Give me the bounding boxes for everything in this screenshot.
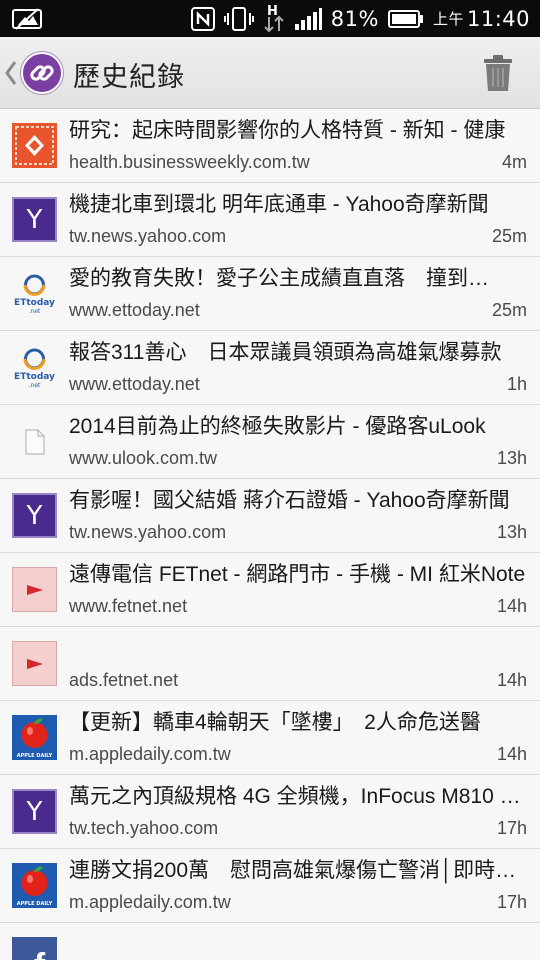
ettoday-logo-subtext: .net bbox=[29, 308, 41, 315]
history-item-title: 【更新】轎車4輪朝天「墜樓」 2人命危送醫 bbox=[69, 711, 481, 734]
history-item-title: 萬元之內頂級規格 4G 全頻機，InFocus M810 開箱 bbox=[69, 785, 527, 808]
history-item[interactable]: Y 機捷北車到環北 明年底通車 - Yahoo奇摩新聞 tw.news.yaho… bbox=[0, 183, 540, 257]
appledaily-logo-text: APPLE DAILY bbox=[17, 901, 53, 907]
ettoday-logo-subtext: .net bbox=[29, 382, 41, 389]
history-item-time: 17h bbox=[496, 818, 527, 838]
history-item-time: 13h bbox=[496, 522, 527, 542]
ettoday-favicon: ETtoday .net bbox=[12, 345, 57, 390]
yahoo-favicon: Y bbox=[12, 197, 57, 242]
history-item-url: m.appledaily.com.tw bbox=[69, 744, 231, 764]
action-bar: 歷史紀錄 bbox=[0, 37, 540, 109]
history-item-title: 2014目前為止的終極失敗影片 - 優路客uLook bbox=[69, 415, 486, 438]
back-chevron-icon[interactable] bbox=[4, 60, 18, 86]
history-item[interactable]: Y 萬元之內頂級規格 4G 全頻機，InFocus M810 開箱 tw.tec… bbox=[0, 775, 540, 849]
facebook-logo-letter: f bbox=[34, 947, 45, 960]
data-transfer-icon: H bbox=[264, 4, 284, 32]
history-item-title: 有影喔！國父結婚 蔣介石證婚 - Yahoo奇摩新聞 bbox=[69, 489, 510, 512]
history-item-url: ads.fetnet.net bbox=[69, 670, 179, 690]
history-item-time: 17h bbox=[496, 892, 527, 912]
trash-icon[interactable] bbox=[482, 54, 514, 92]
status-bar: H 81% 上午 11:40 bbox=[0, 0, 540, 37]
history-item[interactable]: 遠傳電信 FETnet - 網路門市 - 手機 - MI 紅米Note www.… bbox=[0, 553, 540, 627]
history-item[interactable]: ads.fetnet.net 14h bbox=[0, 627, 540, 701]
history-item[interactable]: Y 有影喔！國父結婚 蔣介石證婚 - Yahoo奇摩新聞 tw.news.yah… bbox=[0, 479, 540, 553]
appledaily-favicon: APPLE DAILY bbox=[12, 715, 57, 760]
history-item[interactable]: ETtoday .net 報答311善心 日本眾議員領頭為高雄氣爆募款 www.… bbox=[0, 331, 540, 405]
history-item[interactable]: f bbox=[0, 923, 540, 960]
clock-time: 11:40 bbox=[466, 6, 530, 31]
image-icon bbox=[12, 7, 42, 30]
yahoo-favicon: Y bbox=[12, 493, 57, 538]
history-item-url: tw.news.yahoo.com bbox=[69, 226, 227, 246]
signal-icon bbox=[294, 7, 322, 30]
history-item-url: m.appledaily.com.tw bbox=[69, 892, 231, 912]
facebook-favicon: f bbox=[12, 937, 57, 960]
history-item[interactable]: APPLE DAILY 【更新】轎車4輪朝天「墜樓」 2人命危送醫 m.appl… bbox=[0, 701, 540, 775]
history-item[interactable]: ETtoday .net 愛的教育失敗！愛子公主成績直直落 撞到… www.et… bbox=[0, 257, 540, 331]
fetnet-favicon bbox=[12, 567, 57, 612]
history-item-url: www.ettoday.net bbox=[69, 300, 200, 320]
history-item-title: 報答311善心 日本眾議員領頭為高雄氣爆募款 bbox=[69, 341, 502, 364]
history-item-time: 14h bbox=[496, 744, 527, 764]
link-icon[interactable] bbox=[21, 52, 63, 94]
vibrate-icon bbox=[223, 6, 254, 31]
ettoday-favicon: ETtoday .net bbox=[12, 271, 57, 316]
history-item-time: 4m bbox=[501, 152, 527, 172]
generic-page-favicon bbox=[12, 419, 57, 464]
appledaily-favicon: APPLE DAILY bbox=[12, 863, 57, 908]
history-item-url: www.ettoday.net bbox=[69, 374, 200, 394]
yahoo-favicon: Y bbox=[12, 789, 57, 834]
history-item[interactable]: APPLE DAILY 連勝文捐200萬 慰問高雄氣爆傷亡警消│即時新聞 m.a… bbox=[0, 849, 540, 923]
history-item-time: 13h bbox=[496, 448, 527, 468]
nfc-icon bbox=[190, 6, 215, 31]
page-title: 歷史紀錄 bbox=[73, 62, 185, 93]
yahoo-logo-letter: Y bbox=[26, 796, 43, 827]
history-item-url: tw.tech.yahoo.com bbox=[69, 818, 219, 838]
health-favicon bbox=[12, 123, 57, 168]
history-item-title: 遠傳電信 FETnet - 網路門市 - 手機 - MI 紅米Note bbox=[69, 563, 526, 586]
svg-text:H: H bbox=[267, 4, 278, 19]
yahoo-logo-letter: Y bbox=[26, 500, 43, 531]
history-item-title: 機捷北車到環北 明年底通車 - Yahoo奇摩新聞 bbox=[69, 193, 489, 216]
history-item[interactable]: 2014目前為止的終極失敗影片 - 優路客uLook www.ulook.com… bbox=[0, 405, 540, 479]
battery-icon bbox=[387, 9, 423, 28]
ettoday-logo-text: ETtoday bbox=[14, 298, 55, 308]
history-item-time: 25m bbox=[491, 226, 527, 246]
yahoo-logo-letter: Y bbox=[26, 204, 43, 235]
battery-percent: 81% bbox=[330, 6, 379, 31]
history-item-time: 14h bbox=[496, 670, 527, 690]
history-item-time: 1h bbox=[506, 374, 527, 394]
history-item-url: health.businessweekly.com.tw bbox=[69, 152, 310, 172]
ettoday-logo-text: ETtoday bbox=[14, 372, 55, 382]
history-item-time: 25m bbox=[491, 300, 527, 320]
history-item-title: 愛的教育失敗！愛子公主成績直直落 撞到… bbox=[69, 267, 489, 290]
history-item-url: tw.news.yahoo.com bbox=[69, 522, 227, 542]
history-item-url: www.fetnet.net bbox=[69, 596, 188, 616]
history-list: 研究：起床時間影響你的人格特質 - 新知 - 健康 health.busines… bbox=[0, 109, 540, 960]
appledaily-logo-text: APPLE DAILY bbox=[17, 753, 53, 759]
clock-ampm: 上午 bbox=[432, 10, 464, 28]
history-item-title: 連勝文捐200萬 慰問高雄氣爆傷亡警消│即時新聞 bbox=[69, 859, 527, 882]
fetnet-favicon bbox=[12, 641, 57, 686]
history-item-url: www.ulook.com.tw bbox=[69, 448, 218, 468]
history-item[interactable]: 研究：起床時間影響你的人格特質 - 新知 - 健康 health.busines… bbox=[0, 109, 540, 183]
history-item-title: 研究：起床時間影響你的人格特質 - 新知 - 健康 bbox=[69, 119, 506, 142]
history-item-time: 14h bbox=[496, 596, 527, 616]
